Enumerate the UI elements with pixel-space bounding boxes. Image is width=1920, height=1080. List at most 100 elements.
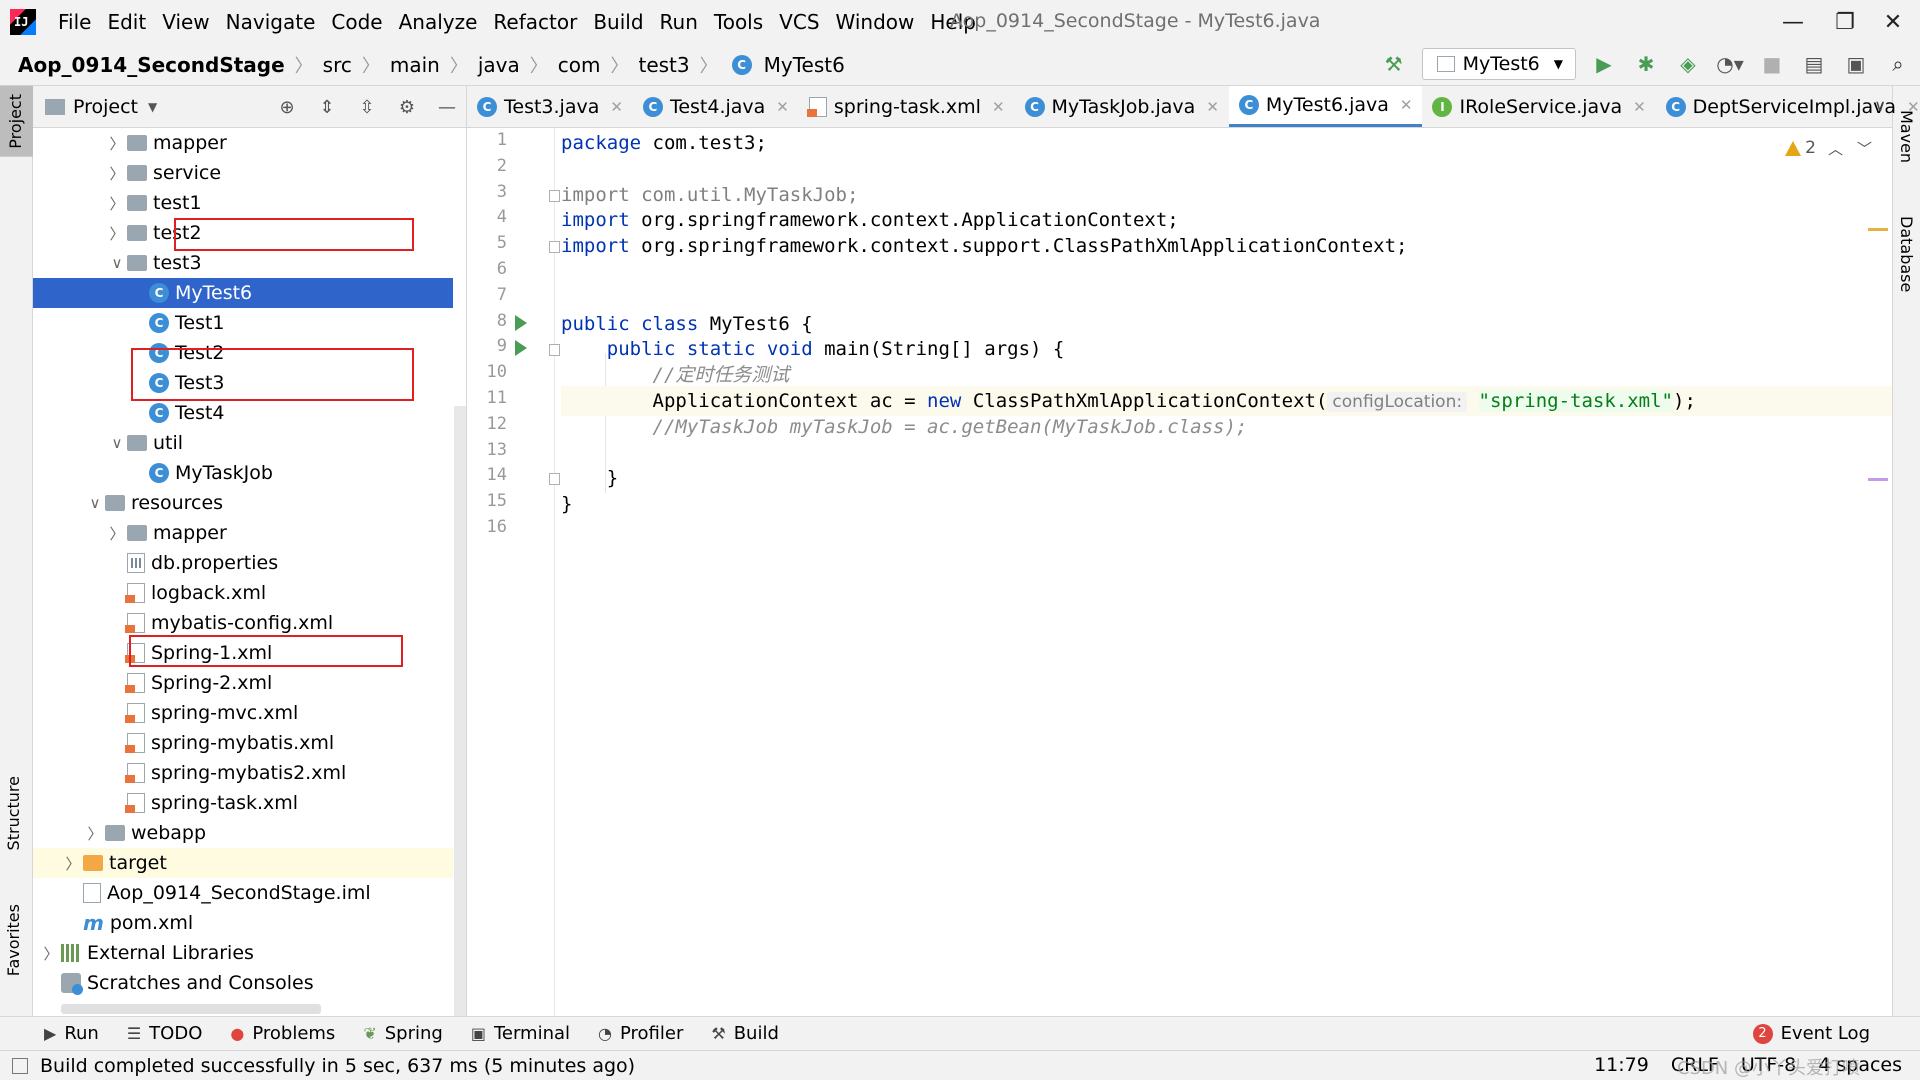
tool-window-profiler[interactable]: ◔ Profiler bbox=[584, 1023, 697, 1044]
highlight-navigation-arrows[interactable]: ︿﹀ bbox=[1828, 138, 1886, 159]
hammer-icon[interactable]: ⚒ bbox=[1380, 50, 1408, 78]
chevron-down-icon[interactable]: ∨ bbox=[107, 254, 127, 272]
breadcrumb-item[interactable]: test3 bbox=[634, 53, 693, 77]
close-tab-icon[interactable]: ✕ bbox=[1633, 98, 1646, 116]
run-gutter-icon[interactable] bbox=[515, 340, 527, 357]
tree-item[interactable]: mybatis-config.xml bbox=[33, 608, 453, 638]
chevron-right-icon[interactable]: 〉 bbox=[107, 133, 127, 154]
chevron-right-icon[interactable]: 〉 bbox=[107, 523, 127, 544]
tool-window-terminal[interactable]: ▣ Terminal bbox=[457, 1023, 584, 1044]
restore-icon[interactable]: ❐ bbox=[1822, 6, 1868, 38]
run-configuration-select[interactable]: MyTest6 ▼ bbox=[1421, 48, 1576, 80]
code-area[interactable]: package com.test3; import com.util.MyTask… bbox=[561, 128, 1892, 1016]
tree-item[interactable]: m pom.xml bbox=[33, 908, 453, 938]
tree-item[interactable]: 〉 target bbox=[33, 848, 453, 878]
tool-window-run[interactable]: ▶ Run bbox=[30, 1023, 113, 1044]
intellij-logo-icon[interactable]: IJ bbox=[10, 9, 36, 35]
change-stripe-marker[interactable] bbox=[1868, 478, 1888, 481]
menu-window[interactable]: Window bbox=[828, 10, 923, 34]
menu-view[interactable]: View bbox=[154, 10, 217, 34]
search-icon[interactable]: ⌕ bbox=[1884, 50, 1912, 78]
breadcrumb-item[interactable]: com bbox=[554, 53, 605, 77]
tree-item[interactable]: 〉 mapper bbox=[33, 518, 453, 548]
breadcrumb-item[interactable]: java bbox=[474, 53, 524, 77]
menu-file[interactable]: File bbox=[50, 10, 99, 34]
minimize-icon[interactable]: — bbox=[1770, 6, 1816, 38]
chevron-right-icon[interactable]: 〉 bbox=[107, 193, 127, 214]
tree-item[interactable]: C MyTaskJob bbox=[33, 458, 453, 488]
breadcrumb-item[interactable]: main bbox=[386, 53, 444, 77]
tree-item[interactable]: C MyTest6 bbox=[33, 278, 453, 308]
menu-refactor[interactable]: Refactor bbox=[485, 10, 585, 34]
run-icon[interactable]: ▶ bbox=[1590, 50, 1618, 78]
chevron-down-icon[interactable]: ▼ bbox=[148, 100, 157, 114]
tree-item[interactable]: spring-mvc.xml bbox=[33, 698, 453, 728]
tree-item[interactable]: 〉 webapp bbox=[33, 818, 453, 848]
status-toggle-icon[interactable] bbox=[12, 1057, 28, 1074]
menu-edit[interactable]: Edit bbox=[99, 10, 154, 34]
breadcrumb-current[interactable]: MyTest6 bbox=[760, 53, 849, 77]
close-tab-icon[interactable]: ✕ bbox=[610, 98, 623, 116]
code-line[interactable] bbox=[561, 515, 1892, 545]
close-tab-icon[interactable]: ✕ bbox=[776, 98, 789, 116]
tree-item[interactable]: C Test4 bbox=[33, 398, 453, 428]
close-tab-icon[interactable]: ✕ bbox=[1206, 98, 1219, 116]
event-log-button[interactable]: 2 Event Log bbox=[1739, 1023, 1884, 1044]
editor-tab[interactable]: C MyTest6.java ✕ bbox=[1228, 86, 1423, 127]
expand-all-icon[interactable]: ⇕ bbox=[314, 94, 340, 120]
tree-horizontal-scrollbar[interactable] bbox=[61, 1004, 321, 1014]
tree-item[interactable]: db.properties bbox=[33, 548, 453, 578]
menu-analyze[interactable]: Analyze bbox=[391, 10, 486, 34]
tree-item[interactable]: spring-task.xml bbox=[33, 788, 453, 818]
tree-scrollbar[interactable] bbox=[454, 406, 466, 1080]
editor-tab[interactable]: spring-task.xml ✕ bbox=[799, 86, 1015, 127]
chevron-right-icon[interactable]: 〉 bbox=[85, 823, 105, 844]
warning-indicator[interactable]: 2 bbox=[1785, 138, 1816, 158]
tab-database[interactable]: Database bbox=[1897, 216, 1916, 292]
chevron-right-icon[interactable]: 〉 bbox=[107, 223, 127, 244]
menu-vcs[interactable]: VCS bbox=[771, 10, 827, 34]
menu-navigate[interactable]: Navigate bbox=[218, 10, 324, 34]
tree-item[interactable]: ∨ test3 bbox=[33, 248, 453, 278]
project-panel-title[interactable]: Project bbox=[73, 96, 138, 118]
tree-item[interactable]: 〉 test1 bbox=[33, 188, 453, 218]
tab-list-chevron-icon[interactable]: ∨ bbox=[1874, 96, 1886, 115]
tab-structure[interactable]: Structure bbox=[4, 776, 23, 850]
tool-window-todo[interactable]: ☰ TODO bbox=[113, 1023, 217, 1044]
stop-icon[interactable]: ■ bbox=[1758, 50, 1786, 78]
chevron-down-icon[interactable]: ∨ bbox=[85, 494, 105, 512]
chevron-down-icon[interactable]: ∨ bbox=[107, 434, 127, 452]
breadcrumb-project[interactable]: Aop_0914_SecondStage bbox=[0, 53, 289, 77]
chevron-right-icon[interactable]: 〉 bbox=[107, 163, 127, 184]
tree-item[interactable]: spring-mybatis.xml bbox=[33, 728, 453, 758]
tool-window-problems[interactable]: ● Problems bbox=[216, 1023, 349, 1044]
menu-build[interactable]: Build bbox=[585, 10, 651, 34]
close-tab-icon[interactable]: ✕ bbox=[992, 98, 1005, 116]
close-tab-icon[interactable]: ✕ bbox=[1400, 96, 1413, 114]
tab-project[interactable]: Project bbox=[0, 86, 33, 157]
tree-item[interactable]: 〉 mapper bbox=[33, 128, 453, 158]
status-message[interactable]: Build completed successfully in 5 sec, 6… bbox=[40, 1055, 635, 1077]
tree-item[interactable]: C Test1 bbox=[33, 308, 453, 338]
tree-item[interactable]: Aop_0914_SecondStage.iml bbox=[33, 878, 453, 908]
tree-item[interactable]: Scratches and Consoles bbox=[33, 968, 453, 998]
close-tab-icon[interactable]: ✕ bbox=[1907, 98, 1920, 116]
fold-icon[interactable] bbox=[549, 241, 560, 254]
tree-item[interactable]: spring-mybatis2.xml bbox=[33, 758, 453, 788]
tree-item[interactable]: 〉 service bbox=[33, 158, 453, 188]
tree-item[interactable]: logback.xml bbox=[33, 578, 453, 608]
fold-icon[interactable] bbox=[549, 344, 560, 357]
collapse-all-icon[interactable]: ⇳ bbox=[354, 94, 380, 120]
tree-item[interactable]: 〉 External Libraries bbox=[33, 938, 453, 968]
locate-icon[interactable]: ⊕ bbox=[274, 94, 300, 120]
editor-tab[interactable]: C Test3.java ✕ bbox=[467, 86, 633, 127]
hide-icon[interactable]: — bbox=[434, 94, 460, 120]
menu-code[interactable]: Code bbox=[323, 10, 390, 34]
project-structure-icon[interactable]: ▤ bbox=[1800, 50, 1828, 78]
warning-stripe-marker[interactable] bbox=[1868, 228, 1888, 231]
menu-run[interactable]: Run bbox=[652, 10, 706, 34]
coverage-icon[interactable]: ◈ bbox=[1674, 50, 1702, 78]
breadcrumb-item[interactable]: src bbox=[319, 53, 356, 77]
fold-icon[interactable] bbox=[549, 189, 560, 202]
tree-item[interactable]: Spring-2.xml bbox=[33, 668, 453, 698]
